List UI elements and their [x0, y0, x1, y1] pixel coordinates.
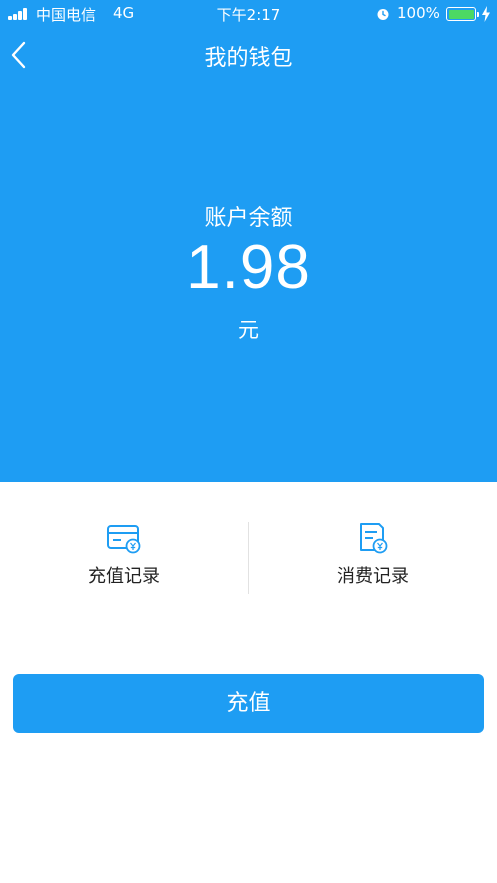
consumption-history-label: 消费记录 [337, 566, 409, 587]
status-bar: 中国电信 4G 下午2:17 100% [0, 0, 497, 28]
recharge-history-label: 充值记录 [88, 566, 160, 587]
battery-icon [446, 7, 479, 21]
balance-value: 1.98 [186, 233, 311, 302]
nav-bar: 我的钱包 [0, 28, 497, 82]
balance-label: 账户余额 [204, 206, 293, 231]
charging-icon [482, 6, 490, 22]
consumption-history-button[interactable]: 消费记录 [249, 522, 497, 588]
card-yuan-icon [107, 525, 141, 554]
recharge-history-button[interactable]: 充值记录 [0, 522, 248, 588]
page-title: 我的钱包 [204, 46, 293, 71]
records-panel: 充值记录 消费记录 [0, 482, 497, 622]
balance-unit: 元 [238, 318, 259, 342]
recharge-button[interactable]: 充值 [13, 674, 484, 733]
receipt-yuan-icon [360, 523, 388, 554]
alarm-icon [377, 9, 389, 20]
wallet-header: 中国电信 4G 下午2:17 100% 我的钱包 账户余额 1.98 元 [0, 0, 497, 482]
battery-percent: 100% [397, 4, 440, 22]
